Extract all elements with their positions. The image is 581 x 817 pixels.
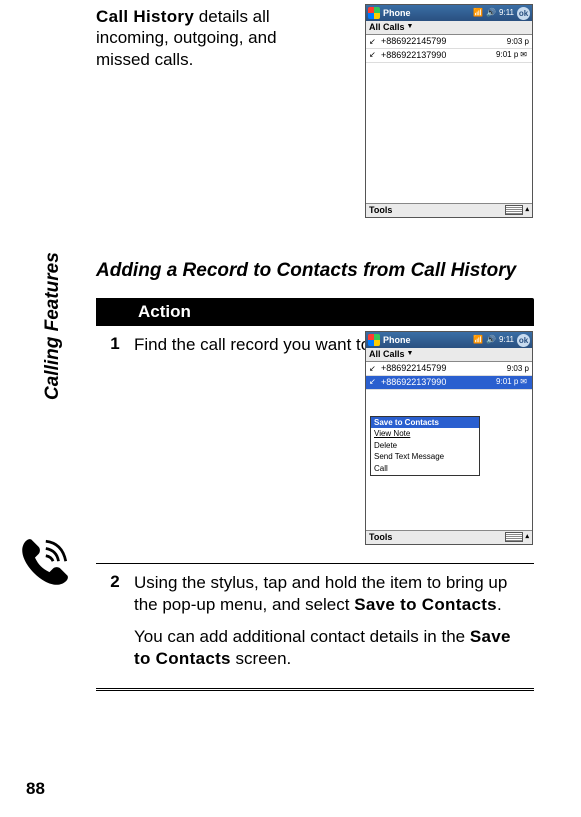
signal-icon: 📶 [473,335,483,345]
filter-label: All Calls [369,22,405,33]
phone-feature-icon [8,527,80,599]
pda-status-icons: 📶 🔊 9:11 ok [473,7,530,20]
up-arrow-icon[interactable]: ▴ [525,533,529,541]
speaker-icon: 🔊 [486,8,496,18]
menu-item-call[interactable]: Call [371,463,479,475]
screenshot-call-history: Phone 📶 🔊 9:11 ok All Calls ▼ ↙ +8869221… [365,4,533,218]
call-time: 9:01 p [496,50,518,60]
call-number: +886922137990 [381,377,496,388]
clock-text: 9:11 [499,335,514,345]
keyboard-icon[interactable] [505,205,523,215]
menu-item-delete[interactable]: Delete [371,440,479,452]
call-time: 9:01 p [496,377,518,387]
page-number: 88 [26,779,45,799]
intro-bold: Call History [96,7,194,26]
call-row[interactable]: ↙ +886922145799 9:03 p [366,35,532,49]
tools-menu[interactable]: Tools [369,205,392,216]
pda-bottombar: Tools ▴ [366,530,532,544]
ok-button[interactable]: ok [517,334,530,347]
signal-icon: 📶 [473,8,483,18]
table-row: 2 Using the stylus, tap and hold the ite… [96,564,534,691]
sidebar-section-label: Calling Features [42,252,64,400]
menu-item-send-sms[interactable]: Send Text Message [371,451,479,463]
chevron-down-icon: ▼ [407,23,414,31]
envelope-icon: ✉ [518,50,529,60]
section-heading: Adding a Record to Contacts from Call Hi… [96,260,516,282]
missed-call-icon: ↙ [369,364,381,374]
clock-text: 9:11 [499,8,514,18]
step2-p1b: . [497,595,502,614]
step-text: Using the stylus, tap and hold the item … [134,572,534,670]
up-arrow-icon[interactable]: ▴ [525,206,529,214]
step-number: 2 [96,572,134,592]
ok-button[interactable]: ok [517,7,530,20]
call-number: +886922137990 [381,50,496,61]
missed-call-icon: ↙ [369,377,381,387]
pda-title: Phone [383,335,411,346]
call-time: 9:03 p [507,37,529,47]
step2-p1bold: Save to Contacts [354,595,497,614]
call-row[interactable]: ↙ +886922145799 9:03 p [366,362,532,376]
step-number: 1 [96,334,134,354]
filter-label: All Calls [369,349,405,360]
filter-bar[interactable]: All Calls ▼ [366,21,532,35]
pda-body-empty [366,63,532,203]
speaker-icon: 🔊 [486,335,496,345]
pda-titlebar: Phone 📶 🔊 9:11 ok [366,5,532,21]
missed-call-icon: ↙ [369,50,381,60]
windows-flag-icon [368,7,380,19]
step2-p2a: You can add additional contact details i… [134,627,470,646]
context-menu: Save to Contacts View Note Delete Send T… [370,416,480,476]
keyboard-icon[interactable] [505,532,523,542]
pda-status-icons: 📶 🔊 9:11 ok [473,334,530,347]
menu-item-view-note[interactable]: View Note [371,428,479,440]
pda-bottombar: Tools ▴ [366,203,532,217]
chevron-down-icon: ▼ [407,350,414,358]
call-number: +886922145799 [381,36,507,47]
windows-flag-icon [368,334,380,346]
intro-paragraph: Call History details all incoming, outgo… [96,6,316,70]
screenshot-context-menu: Phone 📶 🔊 9:11 ok All Calls ▼ ↙ +8869221… [365,331,533,545]
missed-call-icon: ↙ [369,37,381,47]
menu-item-save-contacts[interactable]: Save to Contacts [371,417,479,429]
call-number: +886922145799 [381,363,507,374]
pda-body: Save to Contacts View Note Delete Send T… [366,390,532,530]
envelope-icon: ✉ [518,377,529,387]
pda-title: Phone [383,8,411,19]
filter-bar[interactable]: All Calls ▼ [366,348,532,362]
pda-titlebar: Phone 📶 🔊 9:11 ok [366,332,532,348]
call-row[interactable]: ↙ +886922137990 9:01 p ✉ [366,49,532,63]
table-header: Action [96,298,534,326]
tools-menu[interactable]: Tools [369,532,392,543]
call-row-selected[interactable]: ↙ +886922137990 9:01 p ✉ [366,376,532,390]
step2-p2b: screen. [231,649,291,668]
call-time: 9:03 p [507,364,529,374]
